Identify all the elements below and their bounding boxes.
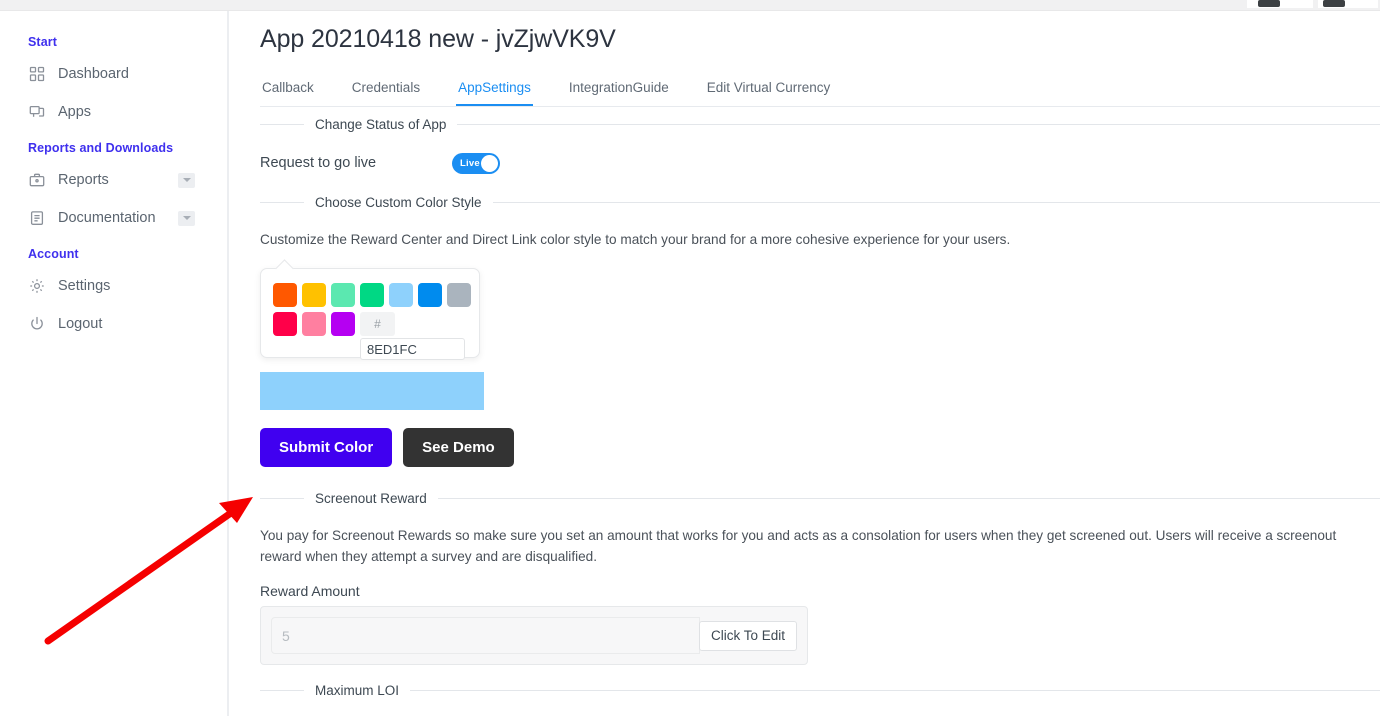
legend-rule-right — [457, 123, 1380, 125]
page-title: App 20210418 new - jvZjwVK9V — [260, 25, 616, 53]
hash-symbol-icon: # — [360, 312, 395, 336]
chevron-down-icon[interactable] — [178, 210, 195, 226]
sidebar: Start Dashboard Apps Reports and Downloa… — [0, 11, 228, 716]
reward-amount-label: Reward Amount — [260, 583, 360, 599]
section-maximum-loi: Maximum LOI — [260, 673, 1380, 707]
sidebar-item-apps[interactable]: Apps — [0, 93, 227, 131]
color-swatch-pink[interactable] — [302, 312, 326, 336]
color-swatch-light-blue[interactable] — [389, 283, 413, 307]
request-go-live-label: Request to go live — [260, 155, 377, 171]
swatch-row-1 — [273, 283, 471, 307]
dashboard-grid-icon — [28, 65, 46, 83]
request-go-live-row: Request to go live Live — [260, 141, 1380, 185]
sidebar-item-label: Documentation — [58, 210, 156, 226]
sidebar-group-label-reports: Reports and Downloads — [28, 141, 174, 155]
legend-rule-right — [437, 497, 1380, 499]
popover-tail — [275, 259, 294, 278]
sidebar-item-settings[interactable]: Settings — [0, 267, 227, 305]
gear-icon — [28, 277, 46, 295]
sidebar-item-reports[interactable]: Reports — [0, 161, 227, 199]
legend-rule-right — [492, 201, 1380, 203]
tab-credentials[interactable]: Credentials — [350, 76, 422, 106]
tab-integrationguide[interactable]: IntegrationGuide — [567, 76, 671, 106]
browser-chrome-sliver — [0, 0, 1380, 11]
legend-label: Choose Custom Color Style — [315, 194, 482, 210]
hex-field-group: # — [360, 312, 467, 360]
chevron-down-icon[interactable] — [178, 172, 195, 188]
tab-callback[interactable]: Callback — [260, 76, 316, 106]
sidebar-item-label: Apps — [58, 104, 92, 120]
screenout-description: You pay for Screenout Rewards so make su… — [260, 528, 1337, 564]
color-swatch-orange[interactable] — [273, 283, 297, 307]
toggle-knob — [481, 154, 498, 172]
power-icon — [28, 315, 46, 333]
legend-dash-left — [260, 497, 304, 499]
swatch-row-2: # — [273, 312, 467, 360]
see-demo-button[interactable]: See Demo — [403, 428, 514, 467]
color-swatch-purple[interactable] — [331, 312, 355, 336]
sidebar-item-dashboard[interactable]: Dashboard — [0, 55, 227, 93]
legend-label: Screenout Reward — [315, 490, 427, 506]
section-custom-color-style: Choose Custom Color Style Customize the … — [260, 185, 1380, 467]
color-swatch-red[interactable] — [273, 312, 297, 336]
color-picker-wrapper: # — [260, 259, 480, 360]
sidebar-group-label-account: Account — [28, 247, 79, 261]
tab-appsettings[interactable]: AppSettings — [456, 76, 533, 106]
briefcase-icon — [28, 171, 46, 189]
sidebar-item-label: Reports — [58, 172, 109, 188]
color-swatch-amber[interactable] — [302, 283, 326, 307]
clipboard-icon — [28, 209, 46, 227]
section-change-status: Change Status of App Request to go live … — [260, 107, 1380, 185]
main-content: App 20210418 new - jvZjwVK9V Callback Cr… — [229, 11, 1380, 716]
section-screenout-reward: Screenout Reward You pay for Screenout R… — [260, 481, 1380, 665]
legend-rule-right — [410, 689, 1380, 691]
legend-dash-left — [260, 201, 304, 203]
sidebar-item-label: Settings — [58, 278, 111, 294]
section-legend-screenout: Screenout Reward — [260, 481, 1380, 515]
browser-tab-favicon-1 — [1258, 0, 1280, 7]
reward-amount-input[interactable] — [271, 617, 700, 654]
color-swatch-blue[interactable] — [418, 283, 442, 307]
toggle-state-label: Live — [460, 157, 480, 169]
legend-dash-left — [260, 689, 304, 691]
section-legend-max-loi: Maximum LOI — [260, 673, 1380, 707]
section-legend-color: Choose Custom Color Style — [260, 185, 1380, 219]
browser-tab-partial-1[interactable] — [1247, 0, 1313, 8]
reward-amount-group: Click To Edit — [260, 606, 808, 665]
sidebar-item-label: Dashboard — [58, 66, 129, 82]
legend-label: Maximum LOI — [315, 682, 400, 698]
sidebar-group-label-start: Start — [28, 35, 57, 49]
color-picker-popover: # — [260, 259, 480, 360]
color-swatch-green[interactable] — [360, 283, 384, 307]
tab-edit-virtual-currency[interactable]: Edit Virtual Currency — [705, 76, 833, 106]
section-legend-status: Change Status of App — [260, 107, 1380, 141]
legend-label: Change Status of App — [315, 116, 447, 132]
click-to-edit-button[interactable]: Click To Edit — [698, 620, 797, 651]
color-swatch-gray[interactable] — [447, 283, 471, 307]
color-preview-bar — [260, 372, 484, 410]
color-swatch-mint[interactable] — [331, 283, 355, 307]
sidebar-item-documentation[interactable]: Documentation — [0, 199, 227, 237]
go-live-toggle[interactable]: Live — [452, 152, 500, 174]
legend-dash-left — [260, 123, 304, 125]
hex-color-input[interactable] — [360, 338, 465, 360]
apps-windows-icon — [28, 103, 46, 121]
color-style-description: Customize the Reward Center and Direct L… — [260, 232, 1011, 247]
submit-color-button[interactable]: Submit Color — [260, 428, 393, 467]
color-action-buttons: Submit Color See Demo — [260, 428, 1380, 467]
tab-bar: Callback Credentials AppSettings Integra… — [260, 76, 1380, 107]
sidebar-item-logout[interactable]: Logout — [0, 305, 227, 343]
browser-tab-favicon-2 — [1323, 0, 1345, 7]
sidebar-item-label: Logout — [58, 316, 103, 332]
